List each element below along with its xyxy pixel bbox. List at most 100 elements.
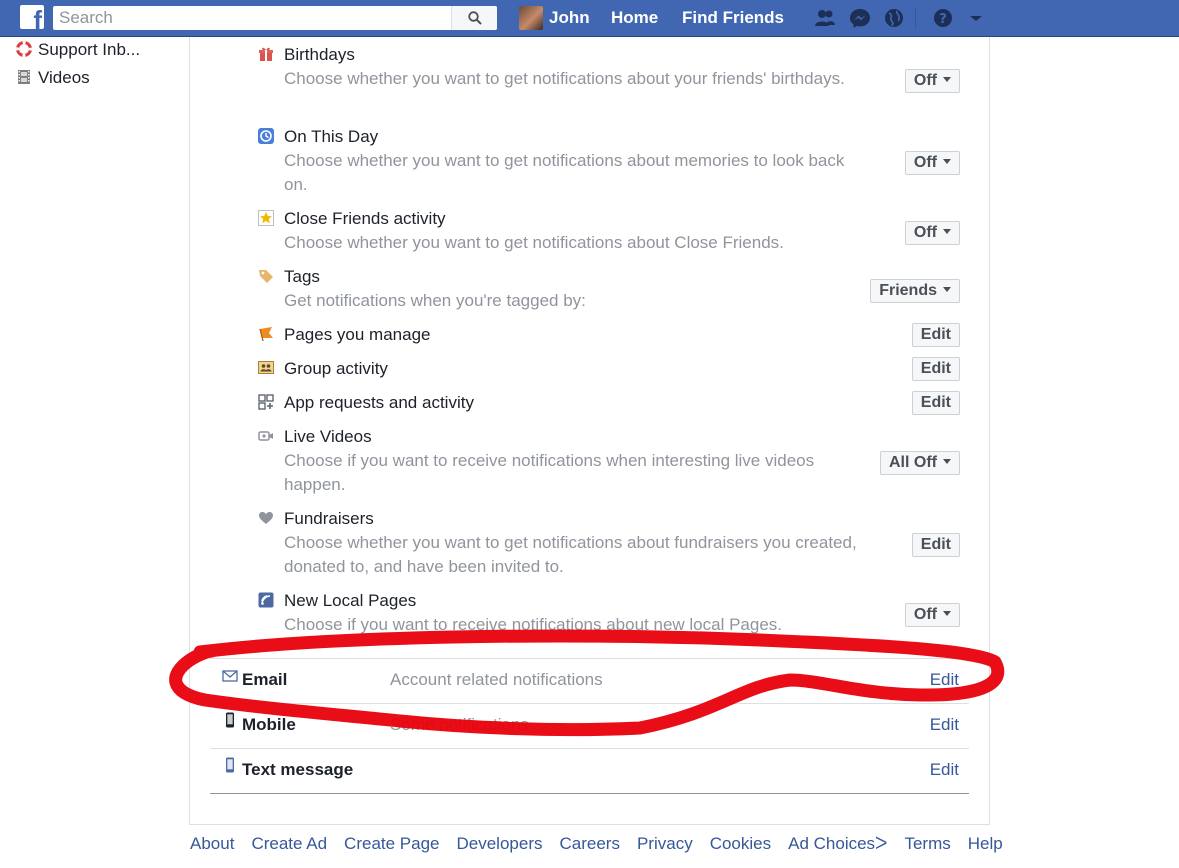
group-activity-edit-button[interactable]: Edit (911, 357, 960, 381)
heart-icon (259, 512, 273, 524)
live-videos-dropdown[interactable]: All Off (880, 451, 960, 475)
email-edit-link[interactable]: Edit (930, 668, 959, 692)
caret-down-icon (943, 229, 951, 235)
footer-link-about[interactable]: About (190, 834, 234, 853)
setting-title: Close Friends activity (284, 209, 446, 228)
search-icon (468, 11, 482, 25)
mobile-phone-icon (226, 712, 234, 728)
top-navigation-bar: f John Home Find Friends ? (0, 0, 1179, 37)
channel-description: Account related notifications (390, 670, 603, 689)
mobile-edit-link[interactable]: Edit (930, 713, 959, 737)
avatar[interactable] (519, 6, 543, 30)
setting-close-friends: Close Friends activity Choose whether yo… (258, 207, 960, 255)
setting-title: Pages you manage (284, 325, 431, 344)
globe-notifications-icon[interactable] (883, 8, 905, 28)
dropdown-value: Friends (879, 282, 937, 299)
button-label: Edit (920, 394, 951, 411)
setting-description: Choose if you want to receive notificati… (284, 451, 815, 494)
dropdown-value: All Off (889, 454, 937, 471)
section-bottom-divider (210, 793, 969, 794)
setting-tags: Tags Get notifications when you're tagge… (258, 265, 960, 313)
dropdown-value: Off (913, 606, 937, 623)
messenger-icon[interactable] (849, 8, 871, 28)
app-requests-edit-button[interactable]: Edit (911, 391, 960, 415)
dropdown-value: Off (913, 72, 937, 89)
setting-description: Get notifications when you're tagged by: (284, 291, 586, 310)
button-label: Edit (920, 326, 951, 343)
help-icon[interactable]: ? (932, 8, 954, 28)
setting-description: Choose whether you want to get notificat… (284, 151, 845, 194)
friend-requests-icon[interactable] (814, 8, 836, 28)
footer-link-cookies[interactable]: Cookies (710, 834, 771, 853)
notification-channel-email: Email Account related notifications Edit (210, 658, 969, 703)
setting-description: Choose whether you want to get notificat… (284, 533, 857, 576)
video-camera-icon (258, 431, 273, 441)
setting-title: New Local Pages (284, 591, 417, 610)
sms-phone-icon (226, 757, 234, 773)
facebook-logo-icon[interactable]: f (20, 5, 44, 29)
dropdown-value: Off (913, 224, 937, 241)
setting-description: Choose whether you want to get notificat… (284, 69, 845, 88)
sidebar-item-label: Videos (38, 68, 90, 87)
nav-divider (915, 8, 916, 28)
setting-new-local-pages: New Local Pages Choose if you want to re… (258, 589, 960, 637)
group-icon (258, 361, 274, 374)
footer-link-developers[interactable]: Developers (457, 834, 543, 853)
support-lifebuoy-icon (16, 41, 32, 57)
channel-title: Email (242, 670, 288, 689)
fundraisers-edit-button[interactable]: Edit (911, 533, 960, 557)
footer-link-terms[interactable]: Terms (904, 834, 950, 853)
footer-link-create-page[interactable]: Create Page (344, 834, 439, 853)
footer-link-ad-choices[interactable]: Ad Choicesᐳ (788, 834, 887, 853)
setting-title: Live Videos (284, 427, 372, 446)
search-input[interactable] (53, 6, 451, 30)
on-this-day-dropdown[interactable]: Off (904, 151, 960, 175)
notification-channel-text-message: Text message Edit (210, 748, 969, 793)
close-friends-dropdown[interactable]: Off (904, 221, 960, 245)
find-friends-link[interactable]: Find Friends (682, 8, 784, 28)
setting-title: Fundraisers (284, 509, 374, 528)
channel-title: Text message (242, 760, 354, 779)
button-label: Edit (920, 360, 951, 377)
caret-down-icon (943, 159, 951, 165)
search-button[interactable] (451, 6, 497, 30)
setting-on-this-day: On This Day Choose whether you want to g… (258, 125, 960, 197)
memories-clock-icon (258, 128, 274, 144)
setting-description: Choose if you want to receive notificati… (284, 615, 783, 634)
setting-app-requests: App requests and activity Edit (258, 391, 960, 415)
setting-group-activity: Group activity Edit (258, 357, 960, 381)
profile-link[interactable]: John (549, 8, 590, 28)
footer-links: About Create Ad Create Page Developers Caree… (190, 832, 1020, 856)
notification-channel-mobile: Mobile Some notifications Edit (210, 703, 969, 748)
new-local-pages-dropdown[interactable]: Off (904, 603, 960, 627)
dropdown-value: Off (913, 154, 937, 171)
svg-text:?: ? (939, 12, 947, 27)
footer-link-create-ad[interactable]: Create Ad (251, 834, 327, 853)
birthdays-dropdown[interactable]: Off (904, 69, 960, 93)
pages-you-manage-edit-button[interactable]: Edit (911, 323, 960, 347)
setting-title: On This Day (284, 127, 379, 146)
setting-fundraisers: Fundraisers Choose whether you want to g… (258, 507, 960, 579)
setting-live-videos: Live Videos Choose if you want to receiv… (258, 425, 960, 497)
caret-down-icon (943, 459, 951, 465)
caret-down-icon (943, 77, 951, 83)
envelope-icon (222, 670, 238, 682)
setting-title: Birthdays (284, 45, 355, 64)
caret-down-icon (943, 287, 951, 293)
apps-icon (258, 394, 274, 410)
local-pages-icon (258, 592, 274, 608)
footer-link-help[interactable]: Help (968, 834, 1003, 853)
footer-link-careers[interactable]: Careers (560, 834, 620, 853)
footer-link-privacy[interactable]: Privacy (637, 834, 693, 853)
account-menu-arrow-icon[interactable] (965, 8, 987, 28)
tag-icon (259, 270, 273, 283)
caret-down-icon (943, 611, 951, 617)
flag-icon (259, 327, 273, 342)
home-link[interactable]: Home (611, 8, 658, 28)
sidebar-item-label: Support Inb... (38, 40, 141, 59)
text-message-edit-link[interactable]: Edit (930, 758, 959, 782)
setting-birthdays: Birthdays Choose whether you want to get… (258, 43, 960, 115)
gift-icon (259, 47, 273, 61)
tags-dropdown[interactable]: Friends (870, 279, 960, 303)
channel-title: Mobile (242, 715, 296, 734)
